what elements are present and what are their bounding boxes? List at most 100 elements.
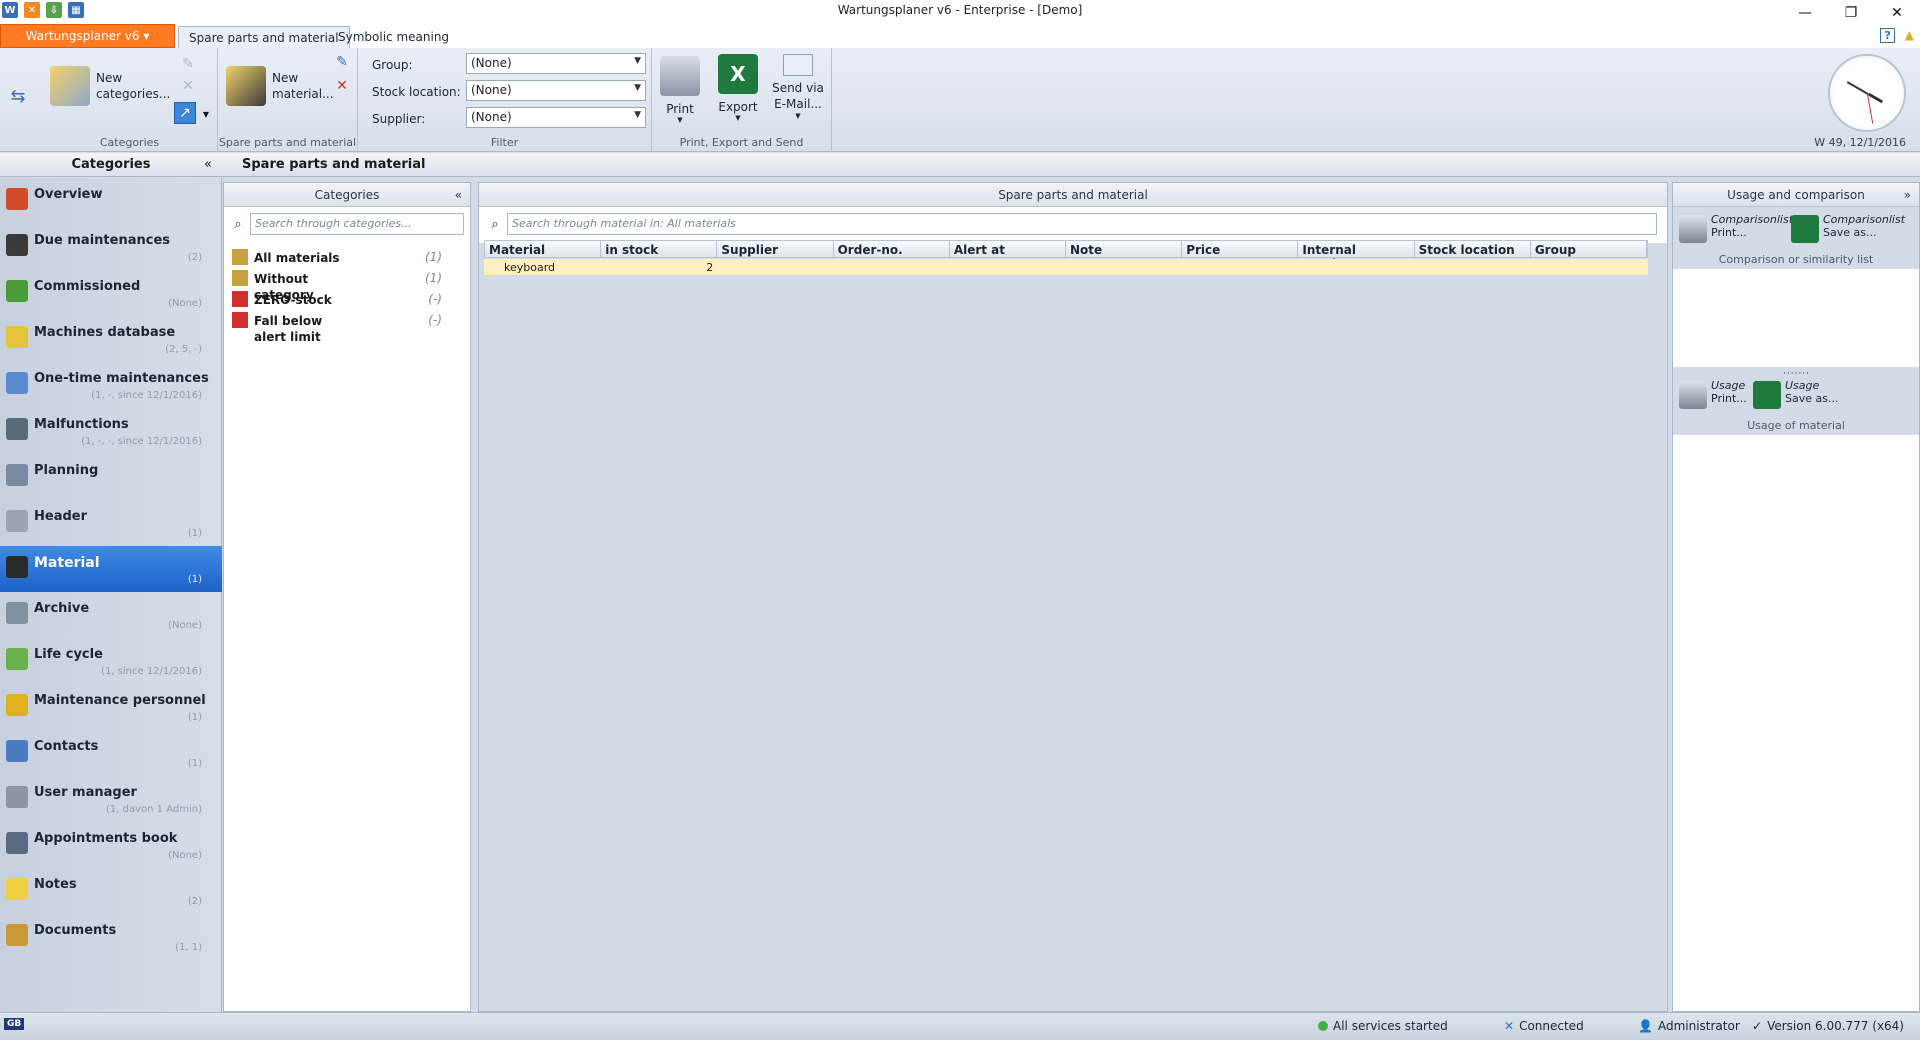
spare-panel-header: Spare parts and material — [479, 183, 1667, 207]
printer-icon[interactable] — [1679, 215, 1707, 243]
categories-search-input[interactable]: Search through categories... — [250, 213, 464, 235]
supplier-select[interactable]: (None) ▼ — [466, 107, 646, 128]
help-icon[interactable]: ? — [1880, 28, 1895, 43]
sidebar-item-machines-database[interactable]: Machines database (2, 5, -) — [0, 316, 222, 362]
chevron-down-icon[interactable]: ▼ — [198, 106, 214, 122]
connected-text: Connected — [1519, 1019, 1584, 1033]
column-header[interactable]: Price — [1182, 241, 1299, 257]
excel-icon[interactable] — [1753, 381, 1781, 409]
table-cell: keyboard — [504, 261, 556, 274]
sidebar-item-label: Due maintenances — [34, 233, 170, 248]
usage-print-button[interactable]: Usage Print... — [1711, 379, 1747, 405]
sidebar-item-label: Planning — [34, 463, 99, 478]
sidebar-item-appointments-book[interactable]: Appointments book (None) — [0, 822, 222, 868]
connection-status: ✕ Connected — [1504, 1019, 1584, 1033]
send-email-button[interactable]: Send via E-Mail... ▼ — [772, 54, 824, 120]
sidebar-item-planning[interactable]: Planning — [0, 454, 222, 500]
sidebar-item-malfunctions[interactable]: Malfunctions (1, -, -, since 12/1/2016) — [0, 408, 222, 454]
tab-spare-parts[interactable]: Spare parts and material — [178, 26, 350, 48]
chevron-down-icon: ▼ — [677, 116, 683, 124]
edit-icon[interactable]: ✎ — [180, 56, 196, 72]
usage-panel: Usage and comparison » Comparisonlist Pr… — [1672, 182, 1920, 1012]
comparison-print-button[interactable]: Comparisonlist Print... — [1711, 213, 1793, 239]
sidebar-item-label: Documents — [34, 923, 117, 938]
content-header: Spare parts and material — [222, 153, 1920, 177]
app-menu-tab[interactable]: Wartungsplaner v6 ▾ — [0, 24, 175, 48]
expand-right-icon[interactable]: » — [1904, 183, 1911, 207]
sidebar: Overview Due maintenances (2) Commissioned (… — [0, 178, 222, 1012]
sync-icon[interactable]: ⇆ — [10, 86, 26, 107]
collapse-left-icon[interactable]: « — [204, 157, 212, 172]
sidebar-item-life-cycle[interactable]: Life cycle (1, since 12/1/2016) — [0, 638, 222, 684]
column-header[interactable]: Stock location — [1415, 241, 1531, 257]
sidebar-item-material[interactable]: Material (1) — [0, 546, 222, 592]
chevron-down-icon: ▼ — [735, 114, 741, 122]
group-select[interactable]: (None) ▼ — [466, 53, 646, 74]
table-cell — [1183, 259, 1299, 275]
printer-icon[interactable] — [1679, 381, 1707, 409]
close-button[interactable]: ✕ — [1874, 0, 1920, 26]
column-header[interactable]: Internal number — [1298, 241, 1415, 271]
minimize-button[interactable]: — — [1782, 0, 1828, 26]
chevron-down-icon: ▼ — [795, 112, 801, 120]
sidebar-item-maintenance-personnel[interactable]: Maintenance personnel (1) — [0, 684, 222, 730]
sidebar-item-notes[interactable]: Notes (2) — [0, 868, 222, 914]
comparison-save-button[interactable]: Comparisonlist Save as... — [1823, 213, 1905, 239]
stock-location-select[interactable]: (None) ▼ — [466, 80, 646, 101]
column-header[interactable]: Alert at — [950, 241, 1067, 257]
export-button[interactable]: X Export ▼ — [718, 54, 758, 122]
sidebar-item-archive[interactable]: Archive (None) — [0, 592, 222, 638]
table-cell — [834, 259, 950, 275]
ribbon: ⇆ New categories... ✎ ✕ ↗ ▼ Categories N… — [0, 48, 1920, 152]
collapse-ribbon-icon[interactable]: ▲ — [1905, 28, 1914, 43]
sidebar-item-due-maintenances[interactable]: Due maintenances (2) — [0, 224, 222, 270]
sidebar-item-count: (None) — [168, 620, 202, 631]
sidebar-item-icon — [6, 556, 28, 578]
new-material-button[interactable]: New material... — [226, 66, 334, 106]
column-header[interactable]: Order-no. — [834, 241, 950, 257]
chevron-down-icon: ▼ — [634, 110, 641, 120]
sidebar-item-one-time-maintenances[interactable]: One-time maintenances (1, -, since 12/1/2… — [0, 362, 222, 408]
sidebar-item-user-manager[interactable]: User manager (1, davon 1 Admin) — [0, 776, 222, 822]
ribbon-group-categories: New categories... ✎ ✕ ↗ ▼ Categories — [42, 48, 218, 152]
table-cell — [1299, 259, 1415, 275]
collapse-categories-icon[interactable]: « — [455, 183, 462, 207]
category-label: Fall below alert limit — [254, 314, 323, 344]
tab-symbolic-meaning[interactable]: Symbolic meaning — [328, 26, 459, 48]
sidebar-item-commissioned[interactable]: Commissioned (None) — [0, 270, 222, 316]
services-status: All services started — [1318, 1019, 1448, 1033]
categories-panel-header: Categories « — [224, 183, 470, 207]
print-button[interactable]: Print ▼ — [660, 56, 700, 124]
delete-material-icon[interactable]: ✕ — [334, 78, 350, 94]
delete-icon[interactable]: ✕ — [180, 78, 196, 94]
services-text: All services started — [1333, 1019, 1448, 1033]
sidebar-item-count: (2) — [187, 252, 202, 263]
column-header[interactable]: Group — [1531, 241, 1648, 257]
column-header[interactable]: in stock — [601, 241, 718, 257]
category-count: (1) — [425, 250, 442, 264]
sidebar-item-documents[interactable]: Documents (1, 1) — [0, 914, 222, 960]
sidebar-item-contacts[interactable]: Contacts (1) — [0, 730, 222, 776]
splitter-handle[interactable]: ······· — [1783, 369, 1810, 379]
column-header[interactable]: Material — [485, 241, 602, 257]
usage-print-t1: Usage — [1711, 379, 1746, 392]
usage-print-t2: Print... — [1711, 392, 1747, 405]
link-icon[interactable]: ↗ — [174, 102, 196, 124]
sidebar-item-overview[interactable]: Overview — [0, 178, 222, 224]
sidebar-item-header[interactable]: Header (1) — [0, 500, 222, 546]
material-search-input[interactable]: Search through material in: All material… — [507, 213, 1657, 235]
sidebar-item-label: Maintenance personnel — [34, 693, 206, 708]
restore-button[interactable]: ❐ — [1828, 0, 1874, 26]
comparison-print-t1: Comparisonlist — [1711, 213, 1794, 226]
edit-material-icon[interactable]: ✎ — [334, 54, 350, 70]
column-header[interactable]: Note — [1066, 241, 1183, 257]
sidebar-item-label: Contacts — [34, 739, 99, 754]
sidebar-item-icon — [6, 740, 28, 762]
usage-save-button[interactable]: Usage Save as... — [1785, 379, 1838, 405]
new-categories-button[interactable]: New categories... — [50, 66, 170, 106]
excel-icon[interactable] — [1791, 215, 1819, 243]
column-header[interactable]: Supplier — [717, 241, 834, 257]
filter-group-label: Group: — [372, 58, 413, 72]
category-icon — [232, 249, 248, 265]
table-row[interactable]: keyboard 2 — [484, 259, 1648, 276]
